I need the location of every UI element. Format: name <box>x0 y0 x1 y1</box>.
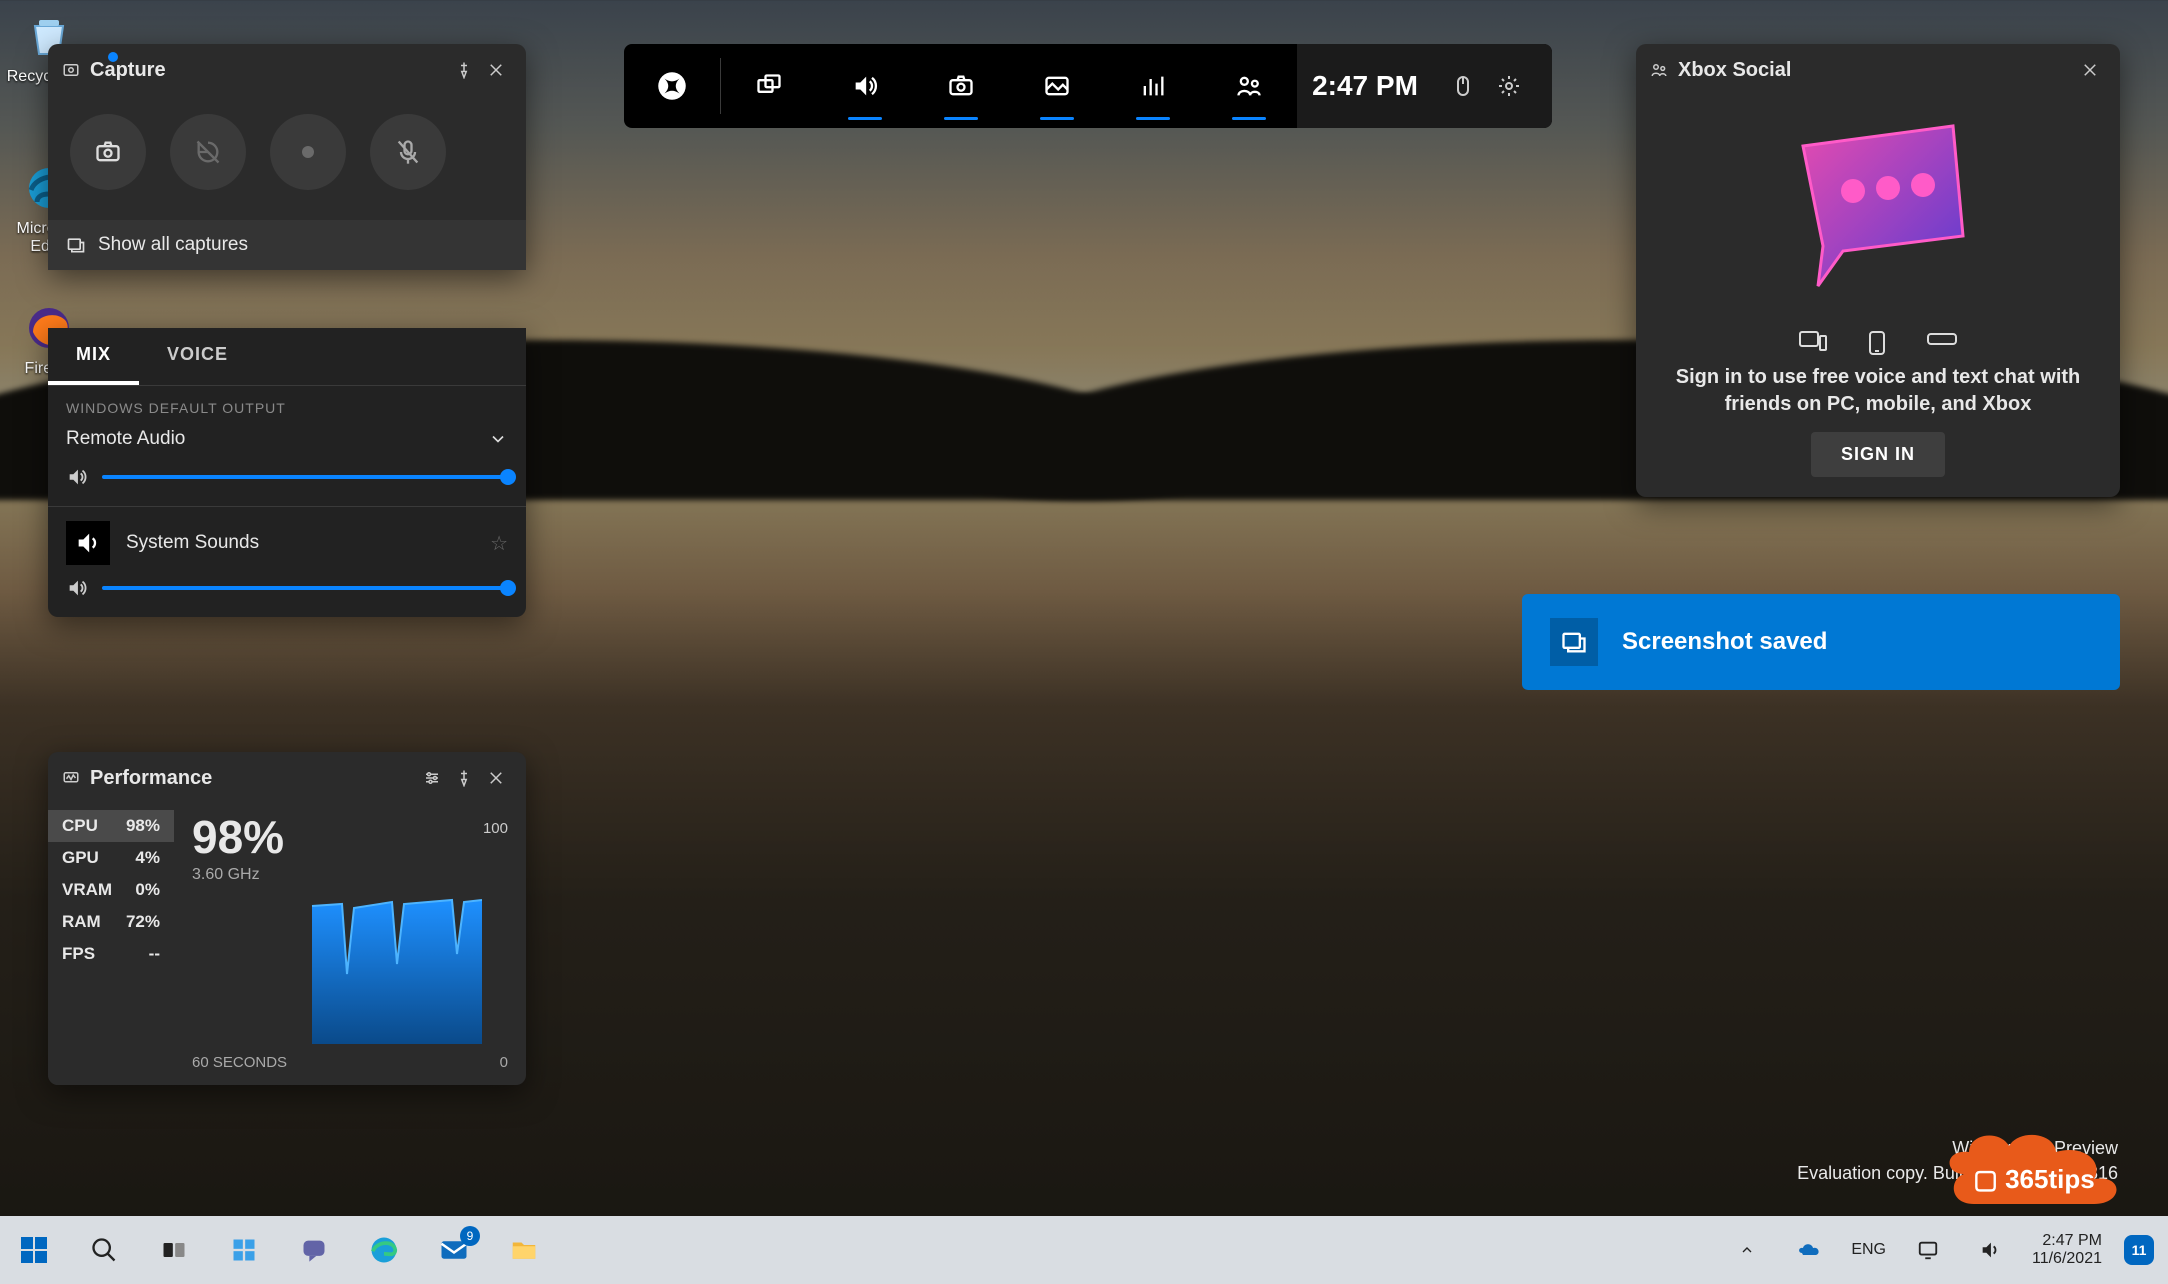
system-sounds-icon <box>66 521 110 565</box>
metric-gpu[interactable]: GPU4% <box>48 842 174 874</box>
mouse-icon[interactable] <box>1451 74 1475 98</box>
audio-button[interactable] <box>817 44 913 128</box>
widgets-button[interactable] <box>721 44 817 128</box>
365tips-logo: ▢ 365tips <box>1944 1104 2124 1214</box>
system-sounds-slider[interactable] <box>102 586 508 590</box>
game-bar-clock: 2:47 PM <box>1297 44 1433 128</box>
tray-chevron[interactable] <box>1727 1230 1767 1270</box>
tab-mix[interactable]: MIX <box>48 328 139 385</box>
mail-badge: 9 <box>460 1226 480 1246</box>
chevron-down-icon <box>488 429 508 449</box>
screenshot-button[interactable] <box>70 114 146 190</box>
metric-vram[interactable]: VRAM0% <box>48 874 174 906</box>
widgets-button[interactable] <box>224 1230 264 1270</box>
toast-text: Screenshot saved <box>1622 628 1827 656</box>
capture-widget: Capture Show all captures <box>48 44 526 270</box>
teams-chat-button[interactable] <box>294 1230 334 1270</box>
mobile-icon <box>1868 330 1886 356</box>
performance-chart: 98% 3.60 GHz 100 60 SECONDS 0 <box>174 804 526 1085</box>
performance-button[interactable] <box>1105 44 1201 128</box>
social-icon <box>1650 61 1668 79</box>
axis-duration: 60 SECONDS <box>192 1054 287 1071</box>
performance-icon <box>62 769 80 787</box>
pin-button[interactable] <box>448 762 480 794</box>
sub-metric-value: 3.60 GHz <box>192 866 508 884</box>
show-all-captures-label: Show all captures <box>98 234 248 256</box>
pc-icon <box>1798 330 1828 356</box>
taskbar: 9 ENG 2:47 PM 11/6/2021 11 <box>0 1216 2168 1284</box>
volume-icon[interactable] <box>1970 1230 2010 1270</box>
record-button[interactable] <box>270 114 346 190</box>
sign-in-button[interactable]: SIGN IN <box>1811 432 1945 477</box>
close-button[interactable] <box>480 762 512 794</box>
output-device-dropdown[interactable]: Remote Audio <box>48 420 526 458</box>
chat-illustration <box>1636 96 2120 326</box>
audio-section-label: WINDOWS DEFAULT OUTPUT <box>48 386 526 420</box>
gallery-icon <box>66 235 86 255</box>
screenshot-saved-toast[interactable]: Screenshot saved <box>1522 594 2120 690</box>
performance-title: Performance <box>90 767 212 790</box>
capture-title: Capture <box>90 59 166 82</box>
new-indicator-dot <box>108 52 118 62</box>
metric-fps[interactable]: FPS-- <box>48 938 174 970</box>
tab-voice[interactable]: VOICE <box>139 328 256 385</box>
big-metric-value: 98% <box>192 814 508 860</box>
cast-icon[interactable] <box>1908 1230 1948 1270</box>
options-button[interactable] <box>416 762 448 794</box>
settings-button[interactable] <box>1497 74 1521 98</box>
social-title: Xbox Social <box>1678 59 1791 82</box>
metrics-list: CPU98% GPU4% VRAM0% RAM72% FPS-- <box>48 804 174 1085</box>
output-device-name: Remote Audio <box>66 428 185 450</box>
close-button[interactable] <box>2074 54 2106 86</box>
show-all-captures[interactable]: Show all captures <box>48 220 526 270</box>
axis-min: 0 <box>500 1054 508 1071</box>
xbox-button[interactable] <box>624 44 720 128</box>
capture-button[interactable] <box>913 44 1009 128</box>
onedrive-icon[interactable] <box>1789 1230 1829 1270</box>
metric-ram[interactable]: RAM72% <box>48 906 174 938</box>
svg-text:▢ 365tips: ▢ 365tips <box>1973 1164 2094 1194</box>
record-last-button[interactable] <box>170 114 246 190</box>
language-indicator[interactable]: ENG <box>1851 1241 1886 1259</box>
close-button[interactable] <box>480 54 512 86</box>
file-explorer-button[interactable] <box>504 1230 544 1270</box>
console-icon <box>1926 330 1958 356</box>
game-bar-toolbar: 2:47 PM <box>624 44 1552 128</box>
taskbar-clock[interactable]: 2:47 PM 11/6/2021 <box>2032 1232 2102 1269</box>
sparkline-icon <box>192 894 482 1044</box>
master-volume-slider[interactable] <box>102 475 508 479</box>
task-view-button[interactable] <box>154 1230 194 1270</box>
mic-toggle-button[interactable] <box>370 114 446 190</box>
system-sounds-label: System Sounds <box>126 532 474 554</box>
audio-widget: MIX VOICE WINDOWS DEFAULT OUTPUT Remote … <box>48 328 526 617</box>
volume-icon <box>66 466 88 488</box>
favorite-toggle[interactable]: ☆ <box>490 531 508 556</box>
axis-max: 100 <box>483 820 508 837</box>
mail-button[interactable]: 9 <box>434 1230 474 1270</box>
gallery-icon <box>1550 618 1598 666</box>
gallery-button[interactable] <box>1009 44 1105 128</box>
search-button[interactable] <box>84 1230 124 1270</box>
pin-button[interactable] <box>448 54 480 86</box>
notifications-button[interactable]: 11 <box>2124 1235 2154 1265</box>
xbox-social-widget: Xbox Social Sign in to use free voice an… <box>1636 44 2120 497</box>
capture-icon <box>62 61 80 79</box>
volume-icon <box>66 577 88 599</box>
start-button[interactable] <box>14 1230 54 1270</box>
edge-button[interactable] <box>364 1230 404 1270</box>
social-message: Sign in to use free voice and text chat … <box>1636 364 2120 432</box>
performance-widget: Performance CPU98% GPU4% VRAM0% RAM72% F… <box>48 752 526 1085</box>
social-button[interactable] <box>1201 44 1297 128</box>
metric-cpu[interactable]: CPU98% <box>48 810 174 842</box>
